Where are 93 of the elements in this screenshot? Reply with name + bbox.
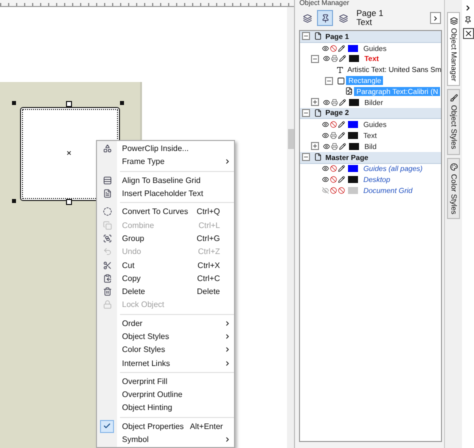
pencil-icon[interactable] (338, 132, 346, 140)
toolbar-button[interactable] (317, 10, 334, 26)
document-icon (102, 189, 112, 198)
clipboard-icon (102, 274, 112, 283)
plus-icon (312, 143, 318, 150)
trash-icon (102, 287, 112, 296)
menu-item[interactable]: Convert To Curves Ctrl+Q (97, 205, 234, 218)
shapes-icon (102, 144, 112, 154)
eye-icon[interactable] (322, 165, 330, 172)
layers-icon (450, 17, 458, 25)
flyout-button[interactable] (430, 12, 442, 24)
current-layer: Text (356, 18, 372, 27)
menu-item[interactable]: Group Ctrl+G (97, 232, 234, 246)
eye-off-icon[interactable] (322, 187, 330, 194)
eye-icon[interactable] (323, 98, 330, 106)
pencil-icon[interactable] (339, 98, 346, 106)
pencil-icon[interactable] (339, 142, 346, 150)
menu-item[interactable]: Object Properties Alt+Enter (97, 420, 234, 433)
no-print-icon[interactable] (330, 176, 338, 184)
selection-handle[interactable] (12, 199, 16, 203)
minus-icon (303, 33, 310, 40)
eye-icon[interactable] (323, 55, 330, 62)
printer-icon[interactable] (331, 55, 338, 62)
undo-icon (102, 247, 112, 256)
selection-handle[interactable] (12, 101, 16, 105)
menu-item[interactable]: Overprint Outline (97, 388, 234, 402)
lock-icon (102, 300, 112, 310)
expand-toggle[interactable] (302, 108, 310, 117)
minus-icon (312, 56, 318, 62)
eye-icon[interactable] (322, 44, 330, 52)
pencil-icon[interactable] (339, 55, 346, 62)
eye-icon[interactable] (322, 132, 330, 140)
stacked-squares-icon (102, 220, 112, 230)
scrollbar[interactable] (287, 7, 294, 448)
scissors-icon (102, 260, 112, 270)
chevron-icon (432, 14, 440, 22)
current-page: Page 1 (356, 9, 384, 18)
expand-toggle[interactable] (302, 32, 310, 40)
selection-handle[interactable] (66, 199, 72, 205)
expand-toggle[interactable] (311, 54, 320, 63)
expand-toggle[interactable] (325, 76, 334, 85)
printer-icon[interactable] (330, 132, 338, 140)
menu-item[interactable]: Frame Type (97, 155, 234, 169)
printer-icon[interactable] (331, 142, 338, 150)
locked-icon[interactable] (338, 187, 346, 194)
center-mark-icon (66, 150, 72, 156)
eye-icon[interactable] (323, 142, 330, 150)
printer-icon[interactable] (331, 98, 338, 106)
menu-item[interactable]: Copy Ctrl+C (97, 272, 234, 285)
menu-item[interactable]: Object Styles (97, 330, 234, 344)
menu-item[interactable]: Align To Baseline Grid (97, 174, 234, 187)
minus-icon (303, 154, 310, 160)
menu-item[interactable]: Symbol (97, 432, 234, 446)
pin-icon (320, 14, 330, 22)
brush-icon (450, 94, 458, 102)
layers-icon (302, 14, 312, 22)
menu-item[interactable]: Order (97, 316, 234, 330)
menu-item[interactable]: Insert Placeholder Text (97, 186, 234, 200)
expand-toggle[interactable] (302, 153, 310, 162)
no-print-icon[interactable] (330, 165, 338, 172)
no-print-icon[interactable] (330, 121, 338, 128)
palette-icon (450, 162, 458, 171)
menu-item[interactable]: Overprint Fill (97, 374, 234, 388)
dashed-circle-icon (102, 207, 112, 216)
pencil-icon[interactable] (338, 176, 346, 184)
minus-icon (326, 78, 332, 84)
menu-item[interactable]: Object Hinting (97, 401, 234, 415)
menu-item[interactable]: Cut Ctrl+X (97, 258, 234, 272)
close-icon[interactable] (462, 28, 474, 39)
expand-toggle[interactable] (311, 98, 320, 106)
selection-handle[interactable] (66, 101, 72, 107)
menu-item[interactable]: Internet Links (97, 356, 234, 370)
plus-icon (312, 99, 318, 106)
minus-icon (303, 110, 310, 116)
pencil-icon[interactable] (338, 121, 346, 128)
menu-item[interactable]: Color Styles (97, 343, 234, 356)
eye-icon[interactable] (322, 121, 330, 128)
no-print-icon[interactable] (330, 187, 338, 194)
pencil-icon[interactable] (338, 165, 346, 172)
selection-handle[interactable] (120, 101, 124, 105)
menu-item[interactable]: Delete Delete (97, 284, 234, 298)
layers-icon (338, 14, 348, 22)
pin-icon[interactable] (464, 16, 472, 24)
page-icon (314, 153, 322, 162)
group-icon (102, 234, 112, 243)
rows-icon (102, 176, 112, 185)
eye-icon[interactable] (322, 176, 330, 184)
menu-item[interactable]: PowerClip Inside... (97, 142, 234, 156)
page-icon (314, 32, 322, 40)
pencil-icon[interactable] (338, 44, 346, 52)
no-print-icon[interactable] (330, 44, 338, 52)
expand-toggle[interactable] (311, 142, 320, 150)
page-icon (314, 108, 322, 117)
